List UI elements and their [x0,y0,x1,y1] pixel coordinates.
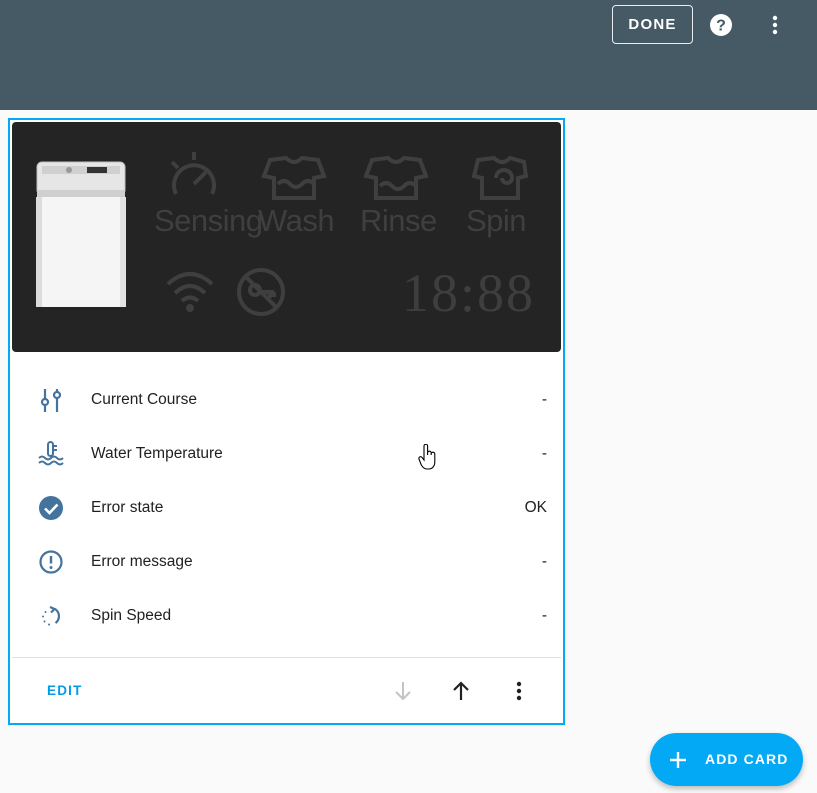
washer-card: Sensing Wash Rinse Spin 18:88 Current Co… [8,118,565,725]
thermometer-water-icon [38,441,64,467]
child-lock-icon [237,268,285,316]
rinse-icon [363,155,429,200]
stage-label-spin: Spin [466,203,527,238]
help-circle-icon[interactable]: ? [709,13,733,37]
card-footer-divider [12,657,561,658]
entity-state: - [541,607,547,624]
plus-icon [670,752,686,768]
edit-card-button[interactable]: EDIT [47,683,83,698]
arrow-up-icon[interactable] [448,678,474,704]
dots-vertical-icon[interactable] [763,13,787,37]
tune-vertical-icon [38,387,64,413]
hand-cursor-icon [418,444,436,470]
arrow-down-icon[interactable] [390,678,416,704]
add-card-button[interactable]: ADD CARD [650,733,803,786]
wifi-icon [166,272,214,312]
washer-image [36,161,126,307]
remaining-time: 18:88 [402,263,536,323]
add-card-label: ADD CARD [705,751,789,767]
entity-name: Current Course [91,391,197,408]
entity-state: - [541,445,547,462]
dots-vertical-icon[interactable] [506,678,532,704]
stage-label-rinse: Rinse [360,203,437,238]
svg-text:?: ? [716,18,726,35]
entity-row-error-message[interactable]: Error message - [10,542,563,582]
entity-name: Error state [91,499,164,516]
entity-name: Error message [91,553,193,570]
stage-label-sensing: Sensing [154,203,263,238]
entity-row-spin-speed[interactable]: Spin Speed - [10,596,563,636]
rotate-dotted-icon [38,603,64,629]
washer-status-panel: Sensing Wash Rinse Spin 18:88 [12,122,561,352]
done-button[interactable]: DONE [612,5,693,44]
stage-label-wash: Wash [258,203,335,238]
entity-name: Water Temperature [91,445,223,462]
entity-row-water-temperature[interactable]: Water Temperature - [10,434,563,474]
entity-state: - [541,391,547,408]
entity-state: - [541,553,547,570]
sensing-icon [170,152,216,195]
top-app-bar: DONE ? [0,0,817,110]
check-circle-icon [38,495,64,521]
alert-circle-outline-icon [38,549,64,575]
entity-row-error-state[interactable]: Error state OK [10,488,563,528]
entity-name: Spin Speed [91,607,172,624]
wash-icon [261,155,327,200]
entity-state: OK [524,499,547,516]
entity-row-current-course[interactable]: Current Course - [10,380,563,420]
spin-icon [471,155,529,200]
